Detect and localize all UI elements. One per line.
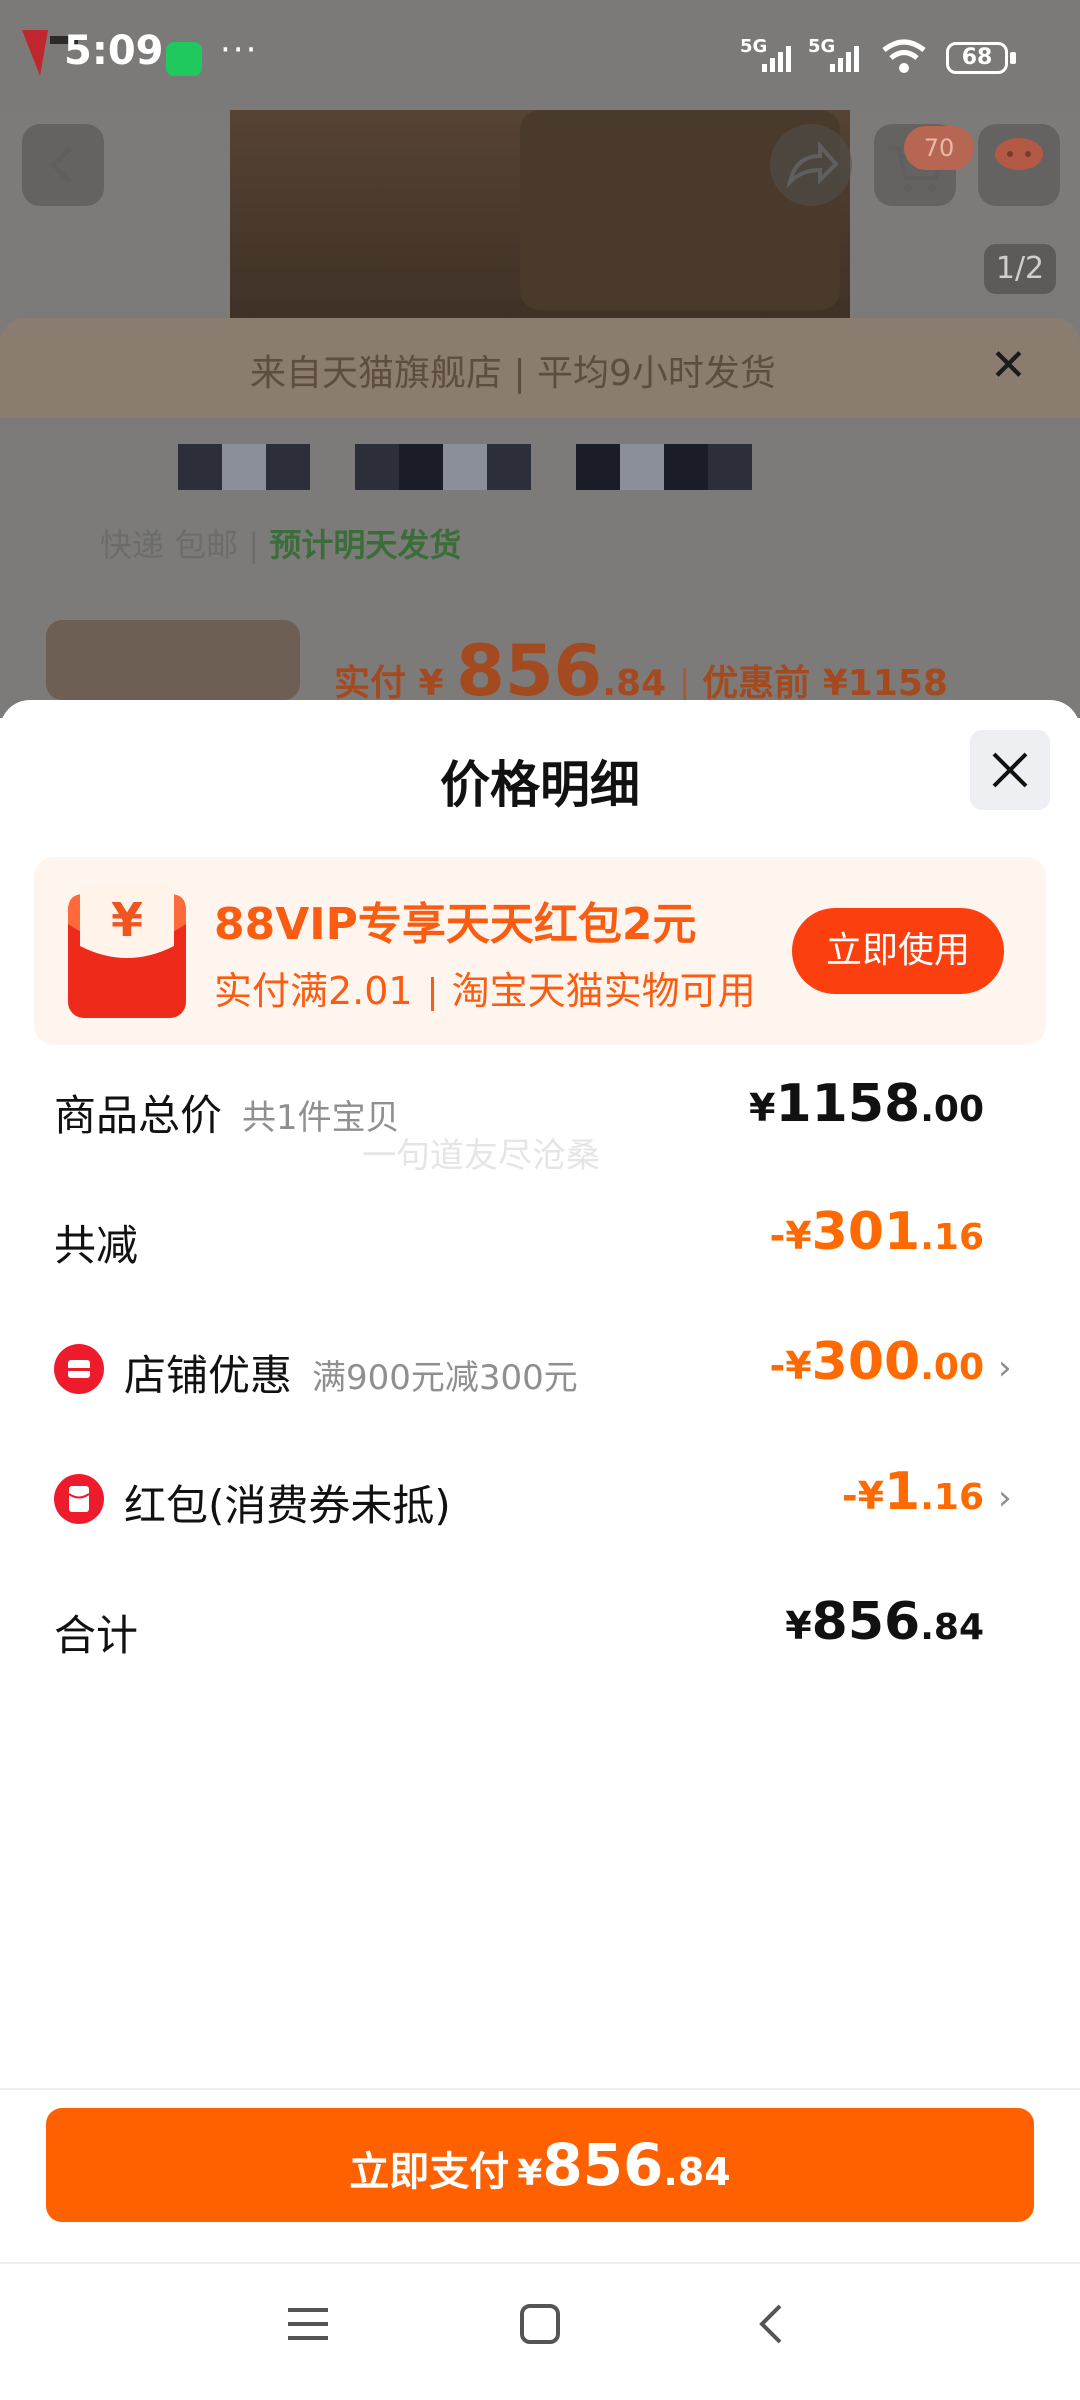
- store-discount-value[interactable]: -¥300.00: [769, 1332, 984, 1392]
- system-nav-divider: [0, 2262, 1080, 2264]
- chevron-left-icon: [50, 146, 72, 184]
- home-icon[interactable]: [518, 2302, 562, 2346]
- promo-subtitle: 实付满2.01 淘宝天猫实物可用: [214, 960, 756, 1015]
- promo-condition: 实付满2.01: [214, 969, 413, 1013]
- close-icon: [992, 752, 1028, 788]
- paid-label: 实付 ¥: [334, 663, 444, 704]
- promo-scope: 淘宝天猫实物可用: [451, 969, 756, 1013]
- close-button[interactable]: [970, 730, 1050, 810]
- before-discount-price: 优惠前 ¥1158: [702, 663, 948, 704]
- promo-title: 88VIP专享天天红包2元: [214, 899, 697, 950]
- share-icon: [786, 140, 839, 189]
- footer-divider: [0, 2088, 1080, 2090]
- shipping-text: 快递 包邮: [100, 526, 239, 564]
- more-icon: [995, 138, 1043, 170]
- redacted-text-block: [178, 444, 758, 490]
- pay-now-button[interactable]: 立即支付 ¥856.84: [46, 2108, 1034, 2222]
- sum-label: 合计: [54, 1611, 139, 1660]
- sheet-title: 价格明细: [440, 756, 640, 814]
- chevron-right-icon[interactable]: ›: [998, 1348, 1012, 1388]
- shipping-info: 快递 包邮 | 预计明天发货: [100, 526, 462, 564]
- delivery-estimate: 预计明天发货: [269, 526, 462, 564]
- chevron-right-icon[interactable]: ›: [998, 1478, 1012, 1518]
- red-packet-label[interactable]: 红包(消费券未抵): [124, 1472, 451, 1533]
- share-button[interactable]: [770, 124, 852, 206]
- banner-close-icon[interactable]: ✕: [990, 340, 1027, 391]
- red-packet-icon: [54, 1474, 104, 1524]
- store-banner-text: 来自天猫旗舰店 | 平均9小时发货: [250, 353, 776, 394]
- back-nav-icon[interactable]: [750, 2302, 794, 2346]
- status-time: 5:09: [64, 28, 164, 74]
- signal-bars-icon-2: [830, 46, 859, 72]
- cart-count-badge: 70: [904, 126, 974, 170]
- product-thumbnail: [46, 620, 300, 700]
- battery-indicator: 68: [946, 42, 1008, 74]
- image-page-indicator: 1/2: [984, 244, 1056, 294]
- sum-value: ¥856.84: [785, 1592, 984, 1652]
- total-discount-label: 共减: [54, 1221, 139, 1270]
- menu-icon[interactable]: [286, 2302, 330, 2346]
- signal-bars-icon: [762, 46, 791, 72]
- yuan-glyph: ¥: [111, 893, 143, 947]
- more-button[interactable]: [978, 124, 1060, 206]
- total-discount-value: -¥301.16: [769, 1202, 984, 1262]
- total-price-label: 商品总价: [54, 1091, 223, 1140]
- wifi-icon: [882, 39, 926, 73]
- paid-dec: .84: [602, 663, 667, 704]
- red-packet-value[interactable]: -¥1.16: [842, 1462, 984, 1522]
- wechat-notification-icon: [166, 42, 202, 76]
- status-more-icon: ···: [220, 30, 259, 70]
- store-icon: [54, 1344, 104, 1394]
- total-price-value: ¥1158.00: [749, 1074, 984, 1134]
- store-discount-label[interactable]: 店铺优惠: [124, 1342, 292, 1403]
- red-envelope-icon: ¥: [68, 884, 186, 1018]
- battery-tip: [1010, 52, 1016, 64]
- use-now-button[interactable]: 立即使用: [792, 908, 1004, 994]
- back-button[interactable]: [22, 124, 104, 206]
- store-discount-rule: 满900元减300元: [312, 1358, 578, 1398]
- watermark-text: 一句道友尽沧桑: [362, 1136, 600, 1176]
